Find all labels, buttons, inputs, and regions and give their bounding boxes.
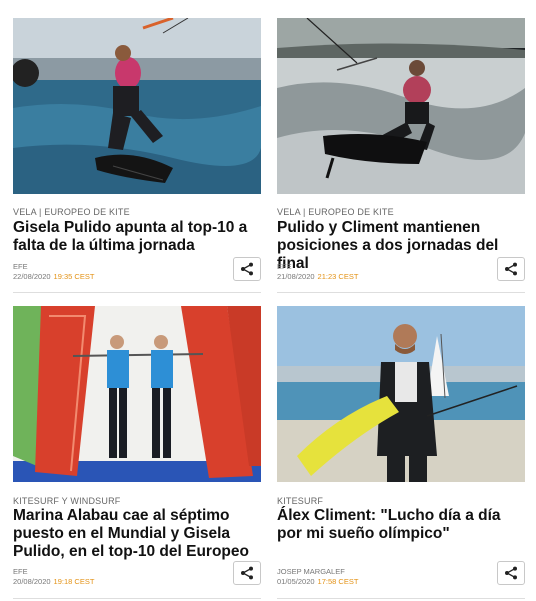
article-date: 20/08/2020	[13, 577, 51, 586]
article-meta: 21/08/2020 21:23 CEST	[277, 272, 358, 281]
article-meta: 22/08/2020 19:35 CEST	[13, 272, 94, 281]
article-source: EFE	[277, 262, 292, 271]
card-divider	[277, 292, 525, 293]
share-icon	[505, 262, 517, 276]
windsurfers-photo	[13, 306, 261, 482]
card-divider	[13, 598, 261, 599]
article-image[interactable]	[277, 306, 525, 482]
share-button[interactable]	[233, 257, 261, 281]
article-time: 19:35 CEST	[53, 272, 95, 281]
card-divider	[277, 598, 525, 599]
article-title[interactable]: Pulido y Climent mantienen posiciones a …	[277, 219, 525, 273]
share-icon	[505, 566, 517, 580]
article-time: 17:58 CEST	[317, 577, 359, 586]
article-kicker[interactable]: VELA | EUROPEO DE KITE	[13, 207, 130, 217]
article-kicker[interactable]: KITESURF Y WINDSURF	[13, 496, 120, 506]
article-source: EFE	[13, 262, 28, 271]
kitesurfer-beach-photo	[277, 306, 525, 482]
article-time: 21:23 CEST	[317, 272, 359, 281]
card-divider	[13, 292, 261, 293]
article-kicker[interactable]: VELA | EUROPEO DE KITE	[277, 207, 394, 217]
article-date: 01/05/2020	[277, 577, 315, 586]
article-title[interactable]: Gisela Pulido apunta al top-10 a falta d…	[13, 219, 261, 255]
article-meta: 01/05/2020 17:58 CEST	[277, 577, 358, 586]
article-source: EFE	[13, 567, 28, 576]
share-button[interactable]	[233, 561, 261, 585]
article-card[interactable]: KITESURF Y WINDSURF Marina Alabau cae al…	[13, 306, 261, 599]
kitesurfer-photo	[13, 18, 261, 194]
article-title[interactable]: Álex Climent: "Lucho día a día por mi su…	[277, 507, 525, 543]
article-meta: 20/08/2020 19:18 CEST	[13, 577, 94, 586]
article-date: 22/08/2020	[13, 272, 51, 281]
article-time: 19:18 CEST	[53, 577, 95, 586]
article-card[interactable]: KITESURF Álex Climent: "Lucho día a día …	[277, 306, 525, 599]
article-card[interactable]: VELA | EUROPEO DE KITE Gisela Pulido apu…	[13, 18, 261, 293]
article-date: 21/08/2020	[277, 272, 315, 281]
share-button[interactable]	[497, 561, 525, 585]
article-image[interactable]	[13, 306, 261, 482]
share-icon	[241, 262, 253, 276]
share-button[interactable]	[497, 257, 525, 281]
article-title[interactable]: Marina Alabau cae al séptimo puesto en e…	[13, 507, 261, 561]
article-image[interactable]	[277, 18, 525, 194]
share-icon	[241, 566, 253, 580]
article-card[interactable]: VELA | EUROPEO DE KITE Pulido y Climent …	[277, 18, 525, 293]
article-kicker[interactable]: KITESURF	[277, 496, 323, 506]
article-source: JOSEP MARGALEF	[277, 567, 345, 576]
article-image[interactable]	[13, 18, 261, 194]
kitesurfer-photo	[277, 18, 525, 194]
